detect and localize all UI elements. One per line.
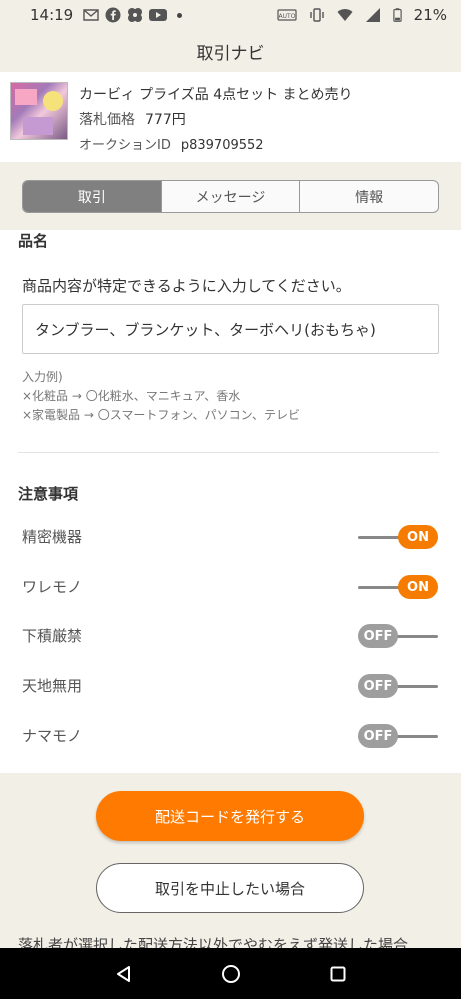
input-examples: 入力例) ×化粧品 → 〇化粧水、マニキュア、香水 ×家電製品 → 〇スマートフ… xyxy=(22,368,300,425)
item-thumbnail[interactable] xyxy=(10,82,68,140)
section-divider xyxy=(18,452,439,453)
item-title: カービィ プライズ品 4点セット まとめ売り xyxy=(79,87,353,103)
no-stacking-toggle[interactable]: OFF xyxy=(358,624,438,648)
auction-id-row: オークションID p839709552 xyxy=(79,134,264,153)
caution-row-precision: 精密機器 ON xyxy=(0,516,461,556)
price-value: 777円 xyxy=(145,112,186,128)
auto-icon: AUTO xyxy=(277,9,297,21)
auction-id-value: p839709552 xyxy=(180,138,264,153)
example-title: 入力例) xyxy=(22,370,63,384)
product-name-value: タンブラー、ブランケット、ターボヘリ(おもちゃ) xyxy=(35,320,376,339)
tab-messages[interactable]: メッセージ xyxy=(162,181,301,212)
cautions-heading: 注意事項 xyxy=(18,485,79,503)
back-icon[interactable] xyxy=(109,959,139,989)
gmail-icon xyxy=(83,9,99,21)
system-nav-bar xyxy=(0,948,461,999)
page-header: 取引ナビ xyxy=(0,30,461,72)
item-summary[interactable]: カービィ プライズ品 4点セット まとめ売り 落札価格 777円 オークションID… xyxy=(0,72,461,162)
caution-label: 下積厳禁 xyxy=(22,627,83,645)
page-title: 取引ナビ xyxy=(196,43,265,64)
issue-shipping-code-button[interactable]: 配送コードを発行する xyxy=(96,791,364,841)
perishable-toggle[interactable]: OFF xyxy=(358,724,438,748)
vibrate-icon xyxy=(309,8,324,22)
status-bar: 14:19 AUTO 21% xyxy=(0,0,461,30)
auction-id-label: オークションID xyxy=(79,138,171,153)
toggle-state: ON xyxy=(398,575,438,599)
tab-info[interactable]: 情報 xyxy=(300,181,438,212)
signal-icon xyxy=(365,8,380,22)
dot-icon xyxy=(177,12,183,18)
facebook-icon xyxy=(105,7,121,23)
price-label: 落札価格 xyxy=(79,112,135,128)
tab-bar: 取引 メッセージ 情報 xyxy=(22,180,439,213)
fragile-toggle[interactable]: ON xyxy=(358,575,438,599)
product-instruction: 商品内容が特定できるように入力してください。 xyxy=(22,277,351,295)
pinwheel-icon xyxy=(128,8,143,22)
example-cosmetics: ×化粧品 → 〇化粧水、マニキュア、香水 xyxy=(22,389,241,403)
product-name-input[interactable]: タンブラー、ブランケット、ターボヘリ(おもちゃ) xyxy=(22,304,439,354)
battery-icon xyxy=(392,8,402,22)
toggle-state: OFF xyxy=(358,724,398,748)
wifi-icon xyxy=(337,9,353,21)
caution-row-perishable: ナマモノ OFF xyxy=(0,715,461,755)
toggle-state: ON xyxy=(398,525,438,549)
cancel-trade-button[interactable]: 取引を中止したい場合 xyxy=(96,863,364,913)
recents-icon[interactable] xyxy=(323,959,353,989)
caution-label: ワレモノ xyxy=(22,578,83,596)
toggle-state: OFF xyxy=(358,624,398,648)
status-time: 14:19 xyxy=(30,6,74,24)
this-side-up-toggle[interactable]: OFF xyxy=(358,674,438,698)
caution-row-this-side-up: 天地無用 OFF xyxy=(0,665,461,705)
trade-form: 品名 商品内容が特定できるように入力してください。 タンブラー、ブランケット、タ… xyxy=(0,230,461,773)
toggle-state: OFF xyxy=(358,674,398,698)
svg-text:AUTO: AUTO xyxy=(278,13,295,20)
home-icon[interactable] xyxy=(216,959,246,989)
youtube-icon xyxy=(149,9,168,21)
example-electronics: ×家電製品 → 〇スマートフォン、パソコン、テレビ xyxy=(22,408,300,422)
item-price-row: 落札価格 777円 xyxy=(79,109,186,129)
precision-toggle[interactable]: ON xyxy=(358,525,438,549)
caution-label: ナマモノ xyxy=(22,727,83,745)
battery-percent: 21% xyxy=(413,6,447,24)
tab-trade[interactable]: 取引 xyxy=(23,181,162,212)
product-name-heading: 品名 xyxy=(18,232,49,250)
caution-row-fragile: ワレモノ ON xyxy=(0,566,461,606)
caution-label: 精密機器 xyxy=(22,528,83,546)
caution-row-no-stacking: 下積厳禁 OFF xyxy=(0,615,461,655)
caution-label: 天地無用 xyxy=(22,677,83,695)
